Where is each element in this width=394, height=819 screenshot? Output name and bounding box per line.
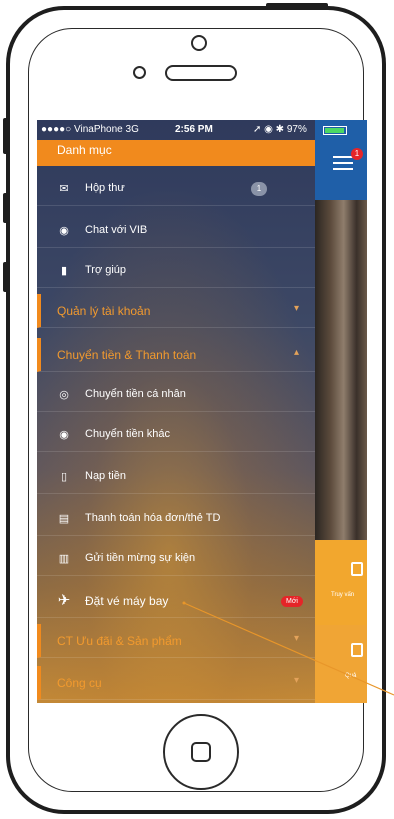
chat-icon: ◉	[59, 225, 69, 237]
mute-switch	[3, 118, 8, 154]
hamburger-menu-icon[interactable]	[333, 156, 353, 170]
section-label: Công cụ	[57, 676, 102, 690]
menu-item-flight-booking[interactable]: ✈ Đặt vé máy bay Mới	[37, 584, 315, 618]
chevron-down-icon: ▾	[293, 675, 299, 686]
menu-item-transfer-other[interactable]: ◉ Chuyển tiền khác	[37, 418, 315, 452]
menu-item-topup[interactable]: ▯ Nạp tiền	[37, 460, 315, 494]
tile-icon	[351, 562, 363, 576]
menu-item-inbox[interactable]: ✉ Hộp thư 1	[37, 172, 315, 206]
menu-item-label: Trợ giúp	[85, 264, 127, 276]
menu-item-label: Nạp tiền	[85, 470, 126, 482]
menu-item-label: Chuyển tiền cá nhân	[85, 388, 186, 400]
manage-tile-label: Quả	[345, 673, 357, 679]
transfer-person-icon: ◎	[59, 389, 69, 401]
notification-badge: 1	[351, 148, 363, 160]
gift-money-icon: ▥	[58, 553, 70, 565]
query-tile-label: Truy vấn	[331, 592, 355, 598]
menu-item-label: Thanh toán hóa đơn/thẻ TD	[85, 512, 221, 524]
topup-icon: ▯	[60, 471, 68, 483]
section-tools[interactable]: Công cụ ▾	[37, 666, 315, 700]
menu-item-label: Hộp thư	[85, 182, 125, 194]
menu-item-label: Đặt vé máy bay	[85, 594, 169, 608]
section-promo[interactable]: CT Ưu đãi & Sản phẩm ▾	[37, 624, 315, 658]
mail-icon: ✉	[59, 183, 69, 195]
menu-item-label: Chat với VIB	[85, 224, 148, 236]
battery-icon	[323, 126, 347, 135]
chevron-up-icon: ▴	[293, 347, 299, 358]
help-icon: ▮	[60, 265, 68, 277]
home-button[interactable]	[163, 714, 239, 790]
proximity-sensor	[133, 66, 146, 79]
volume-down-button	[3, 262, 8, 292]
front-camera	[191, 35, 207, 51]
new-badge: Mới	[281, 596, 303, 607]
section-account[interactable]: Quản lý tài khoản ▾	[37, 294, 315, 328]
menu-header: Danh mục	[37, 140, 315, 166]
query-tile[interactable]: Truy vấn	[315, 540, 367, 625]
inbox-count-badge: 1	[251, 182, 267, 196]
home-square-icon	[191, 742, 211, 762]
transfer-other-icon: ◉	[59, 429, 69, 441]
menu-item-bill-payment[interactable]: ▤ Thanh toán hóa đơn/thẻ TD	[37, 502, 315, 536]
chevron-down-icon: ▾	[293, 633, 299, 644]
volume-up-button	[3, 193, 8, 223]
side-menu: Danh mục ✉ Hộp thư 1 ◉ Chat với VIB ▮ Tr…	[37, 120, 315, 703]
bill-icon: ▤	[58, 513, 70, 525]
banner-photo	[315, 200, 367, 540]
manage-tile[interactable]: Quả	[315, 625, 367, 703]
main-content-peek[interactable]: 1 Truy vấn Quả	[315, 120, 367, 703]
section-transfer[interactable]: Chuyển tiền & Thanh toán ▴	[37, 338, 315, 372]
menu-item-gift-money[interactable]: ▥ Gửi tiền mừng sự kiện	[37, 542, 315, 576]
earpiece-speaker	[165, 65, 237, 81]
menu-item-label: Gửi tiền mừng sự kiện	[85, 552, 196, 564]
airplane-icon: ✈	[57, 592, 71, 609]
menu-item-help[interactable]: ▮ Trợ giúp	[37, 254, 315, 288]
chevron-down-icon: ▾	[293, 303, 299, 314]
menu-item-label: Chuyển tiền khác	[85, 428, 170, 440]
section-label: Quản lý tài khoản	[57, 304, 151, 318]
tile-icon	[351, 643, 363, 657]
power-button	[266, 3, 328, 9]
menu-item-chat[interactable]: ◉ Chat với VIB	[37, 214, 315, 248]
section-label: Chuyển tiền & Thanh toán	[57, 348, 197, 362]
app-screen: 1 Truy vấn Quả ●●●●○ VinaPhone 3G 2:56 P…	[37, 120, 367, 703]
menu-item-transfer-personal[interactable]: ◎ Chuyển tiền cá nhân	[37, 378, 315, 412]
section-label: CT Ưu đãi & Sản phẩm	[57, 634, 182, 648]
